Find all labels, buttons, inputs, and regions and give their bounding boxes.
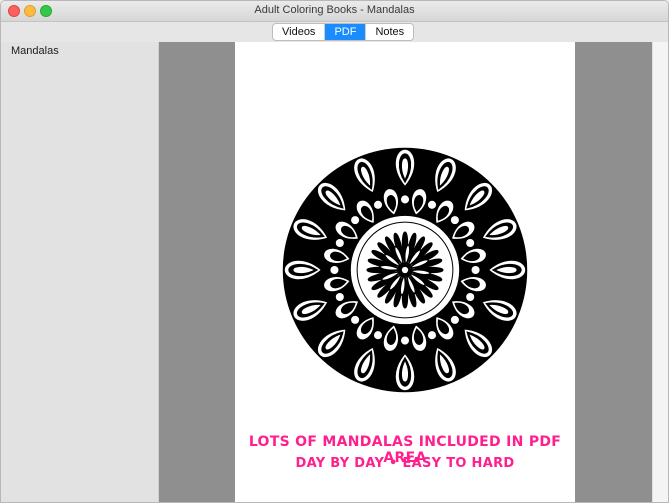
vertical-scrollbar[interactable] (652, 42, 668, 502)
mandala-illustration (282, 147, 528, 393)
toolbar: Videos PDF Notes (1, 22, 668, 42)
tab-notes[interactable]: Notes (366, 24, 413, 40)
pdf-viewer[interactable]: LOTS OF MANDALAS INCLUDED IN PDF AREA DA… (159, 42, 652, 502)
tab-videos[interactable]: Videos (273, 24, 326, 40)
sidebar-item-mandalas[interactable]: Mandalas (11, 45, 59, 57)
pdf-caption-line-2: DAY BY DAY • EASY TO HARD (295, 456, 515, 471)
tab-pdf[interactable]: PDF (325, 24, 367, 40)
app-window: Adult Coloring Books - Mandalas Videos P… (0, 0, 669, 503)
pdf-page: LOTS OF MANDALAS INCLUDED IN PDF AREA DA… (235, 42, 575, 502)
window-title: Adult Coloring Books - Mandalas (254, 4, 415, 16)
sidebar: Mandalas (1, 42, 159, 502)
view-segmented-control: Videos PDF Notes (272, 23, 415, 41)
title-bar: Adult Coloring Books - Mandalas (1, 1, 668, 22)
